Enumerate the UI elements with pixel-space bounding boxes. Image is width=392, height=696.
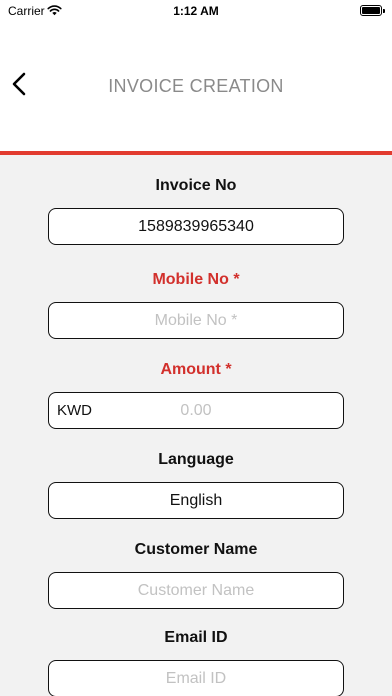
email-label: Email ID [164,629,228,646]
currency-label: KWD [57,402,92,419]
amount-input[interactable] [109,393,283,428]
invoice-form: Invoice No 1589839965340 Mobile No * Amo… [0,155,392,696]
amount-field: KWD [48,392,344,429]
battery-icon [360,5,385,16]
mobile-no-label: Mobile No * [152,271,240,288]
amount-label: Amount * [160,361,232,378]
customer-name-label: Customer Name [134,541,258,558]
customer-name-field [48,572,344,609]
language-value: English [169,492,223,509]
mobile-no-input[interactable] [49,303,343,338]
customer-name-input[interactable] [49,573,343,608]
language-select[interactable]: English [48,482,344,519]
invoice-no-value: 1589839965340 [138,218,254,235]
language-label: Language [158,451,234,468]
nav-bar: INVOICE CREATION [0,22,392,152]
invoice-no-label: Invoice No [155,177,237,194]
mobile-no-field [48,302,344,339]
email-input[interactable] [49,661,343,696]
status-bar: Carrier 1:12 AM [0,0,392,22]
invoice-no-field[interactable]: 1589839965340 [48,208,344,245]
status-time: 1:12 AM [173,4,219,18]
email-field [48,660,344,696]
page-title: INVOICE CREATION [108,76,284,96]
